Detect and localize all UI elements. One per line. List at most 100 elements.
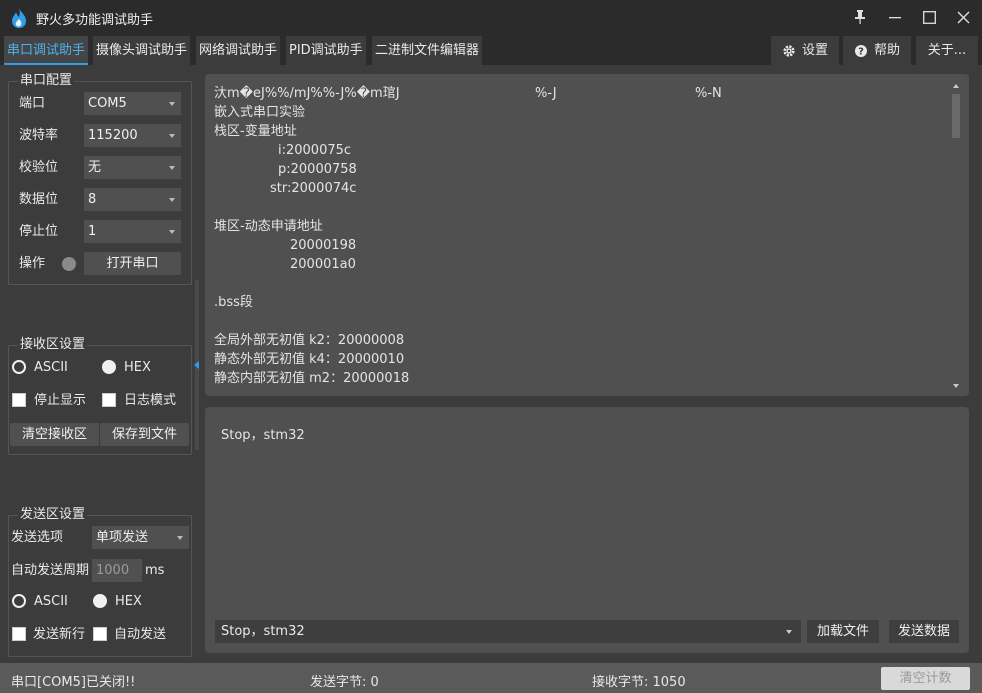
send-textarea[interactable]: Stop，stm32 Stop，stm32 加载文件 发送数据: [205, 407, 969, 653]
recv-hex-label: HEX: [124, 360, 151, 375]
recv-line: 堆区-动态申请地址: [214, 219, 323, 234]
send-hex-label: HEX: [115, 594, 142, 609]
minimize-button[interactable]: [878, 0, 912, 34]
send-history-select[interactable]: Stop，stm32: [215, 620, 801, 643]
recv-ascii-radio[interactable]: [12, 360, 26, 374]
recv-bytes-text: 接收字节: 1050: [592, 675, 686, 690]
parity-value: 无: [88, 160, 102, 175]
recv-hex-radio[interactable]: [102, 360, 116, 374]
port-value: COM5: [88, 96, 127, 111]
recv-scrollbar[interactable]: [950, 80, 962, 392]
chevron-down-icon: [169, 230, 175, 234]
send-option-label: 发送选项: [11, 530, 64, 545]
recv-line: 200001a0: [290, 257, 356, 272]
recv-line: %-J: [535, 86, 557, 101]
port-select[interactable]: COM5: [84, 92, 181, 115]
send-data-button[interactable]: 发送数据: [889, 620, 959, 643]
recv-ascii-label: ASCII: [34, 360, 68, 375]
auto-send-checkbox[interactable]: [93, 627, 107, 641]
databits-label: 数据位: [19, 192, 59, 207]
tab-pid-assistant[interactable]: PID调试助手: [286, 36, 366, 65]
log-mode-checkbox[interactable]: [102, 393, 116, 407]
baud-select[interactable]: 115200: [84, 124, 181, 147]
recv-line: 静态外部无初值 k4：20000010: [214, 352, 405, 367]
port-status-led-icon: [62, 257, 76, 271]
send-history-value: Stop，stm32: [221, 624, 305, 639]
stopbits-select[interactable]: 1: [84, 220, 181, 243]
help-label: 帮助: [873, 43, 900, 58]
chevron-down-icon: [169, 102, 175, 106]
tab-bar: 串口调试助手 摄像头调试助手 网络调试助手 PID调试助手 二进制文件编辑器 设…: [0, 34, 982, 65]
pin-button[interactable]: [843, 0, 877, 34]
recv-line: i:2000075c: [278, 143, 352, 158]
recv-line: .bss段: [214, 295, 253, 310]
close-button[interactable]: [946, 0, 980, 34]
stop-display-label: 停止显示: [34, 393, 87, 408]
auto-send-label: 自动发送: [114, 627, 167, 642]
stopbits-label: 停止位: [19, 224, 59, 239]
log-mode-label: 日志模式: [124, 393, 177, 408]
minimize-icon: [889, 17, 901, 19]
tab-network-assistant[interactable]: 网络调试助手: [196, 36, 281, 65]
fire-logo-icon: [12, 8, 26, 28]
send-ascii-radio[interactable]: [12, 594, 26, 608]
parity-select[interactable]: 无: [84, 156, 181, 179]
baud-label: 波特率: [19, 128, 59, 143]
help-button[interactable]: ? 帮助: [843, 36, 911, 65]
send-option-select[interactable]: 单项发送: [92, 526, 189, 549]
send-text: Stop，stm32: [221, 428, 305, 443]
port-status-text: 串口[COM5]已关闭!!: [11, 675, 136, 690]
recv-settings-title: 接收区设置: [18, 337, 88, 352]
tab-serial-assistant[interactable]: 串口调试助手: [4, 36, 89, 65]
tab-camera-assistant[interactable]: 摄像头调试助手: [93, 36, 191, 65]
serial-config-title: 串口配置: [18, 73, 75, 88]
maximize-icon: [922, 10, 936, 24]
send-settings-title: 发送区设置: [18, 507, 88, 522]
recv-line: 栈区-变量地址: [214, 124, 297, 139]
sent-bytes-text: 发送字节: 0: [310, 675, 379, 690]
load-file-button[interactable]: 加载文件: [807, 620, 879, 643]
port-label: 端口: [19, 96, 46, 111]
clear-count-button[interactable]: 清空计数: [881, 667, 970, 690]
title-bar: 野火多功能调试助手: [0, 0, 982, 34]
recv-line: 静态内部无初值 m2：20000018: [214, 371, 410, 386]
send-newline-label: 发送新行: [33, 627, 86, 642]
clear-recv-button[interactable]: 清空接收区: [10, 423, 99, 446]
baud-value: 115200: [88, 128, 138, 143]
stopbits-value: 1: [88, 224, 97, 239]
send-newline-checkbox[interactable]: [12, 627, 26, 641]
recv-line: 汏m�eJ%%/mJ%%-J%�m琯J: [214, 86, 400, 101]
recv-line: 20000198: [290, 238, 357, 253]
close-icon: [957, 11, 969, 23]
gear-icon: [783, 44, 795, 57]
recv-line: 全局外部无初值 k2：20000008: [214, 333, 405, 348]
app-title: 野火多功能调试助手: [36, 13, 154, 28]
auto-send-period-input[interactable]: 1000: [92, 559, 142, 582]
chevron-down-icon: [169, 198, 175, 202]
chevron-down-icon: [786, 630, 792, 634]
parity-label: 校验位: [19, 160, 59, 175]
databits-select[interactable]: 8: [84, 188, 181, 211]
collapse-arrow-icon[interactable]: [194, 361, 199, 369]
maximize-button[interactable]: [912, 0, 946, 34]
send-hex-radio[interactable]: [93, 594, 107, 608]
save-to-file-button[interactable]: 保存到文件: [100, 423, 189, 446]
auto-send-period-label: 自动发送周期: [11, 563, 90, 578]
open-port-button[interactable]: 打开串口: [84, 252, 181, 275]
pin-icon: [855, 10, 865, 24]
tab-binary-editor[interactable]: 二进制文件编辑器: [372, 36, 483, 65]
about-button[interactable]: 关于...: [916, 36, 978, 65]
help-icon: ?: [854, 44, 867, 57]
recv-line: str:2000074c: [270, 181, 357, 196]
chevron-down-icon: [169, 166, 175, 170]
period-unit-label: ms: [145, 563, 165, 578]
stop-display-checkbox[interactable]: [12, 393, 26, 407]
send-option-value: 单项发送: [96, 530, 149, 545]
operate-label: 操作: [19, 256, 46, 271]
settings-button[interactable]: 设置: [771, 36, 839, 65]
settings-label: 设置: [801, 43, 828, 58]
svg-text:?: ?: [858, 46, 864, 57]
send-ascii-label: ASCII: [34, 594, 68, 609]
chevron-down-icon: [177, 536, 183, 540]
recv-textarea[interactable]: 汏m�eJ%%/mJ%%-J%�m琯J %-J %-N 嵌入式串口实验 栈区-变…: [205, 74, 969, 396]
